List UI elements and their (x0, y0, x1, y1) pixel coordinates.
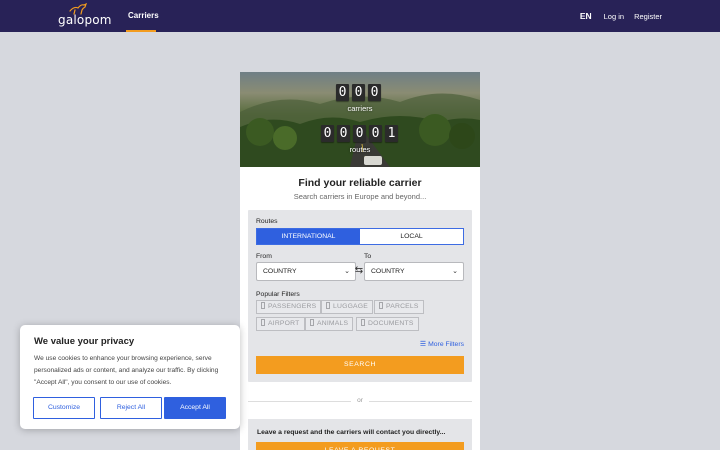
search-card: 0 0 0 carriers 0 0 0 0 1 routes Find you… (240, 72, 480, 450)
filter-documents[interactable]: DOCUMENTS (356, 317, 419, 331)
leave-request-button[interactable]: LEAVE A REQUEST (256, 442, 464, 450)
hero-image: 0 0 0 carriers 0 0 0 0 1 routes (240, 72, 480, 167)
filter-sliders-icon: ☰ (419, 341, 427, 348)
filter-airport[interactable]: AIRPORT (256, 317, 305, 331)
request-prompt: Leave a request and the carriers will co… (257, 429, 446, 436)
cookie-description: We use cookies to enhance your browsing … (34, 355, 219, 386)
chevron-down-icon: ⌄ (452, 268, 458, 275)
to-country-value: COUNTRY (371, 268, 405, 275)
galopom-logo[interactable]: galopom (58, 2, 112, 28)
counter-digit: 0 (353, 125, 366, 142)
cookie-title: We value your privacy (34, 336, 135, 347)
filter-label: LUGGAGE (333, 303, 369, 310)
reject-all-button[interactable]: Reject All (100, 397, 162, 419)
from-country-select[interactable]: COUNTRY ⌄ (256, 262, 356, 281)
from-country-value: COUNTRY (263, 268, 297, 275)
search-title: Find your reliable carrier (298, 177, 422, 189)
to-country-select[interactable]: COUNTRY ⌄ (364, 262, 464, 281)
filter-label: PARCELS (386, 303, 419, 310)
filter-passengers[interactable]: PASSENGERS (256, 300, 322, 314)
counter-digit: 0 (369, 125, 382, 142)
documents-icon (361, 319, 365, 326)
airport-icon (261, 319, 265, 326)
more-filters-link[interactable]: ☰ More Filters (420, 340, 464, 348)
filter-animals[interactable]: ANIMALS (305, 317, 354, 331)
counter-digit: 0 (368, 84, 381, 101)
or-separator: or (351, 397, 369, 404)
to-label: To (364, 253, 372, 260)
search-subtitle: Search carriers in Europe and beyond... (293, 192, 427, 201)
customize-button[interactable]: Customize (33, 397, 95, 419)
tab-local[interactable]: LOCAL (360, 229, 463, 244)
counter-digit: 0 (321, 125, 334, 142)
passengers-icon (261, 302, 265, 309)
nav-right-group: EN Log in Register (580, 0, 662, 32)
language-selector[interactable]: EN (580, 11, 592, 21)
cookie-consent-banner: We value your privacy We use cookies to … (20, 325, 240, 429)
register-link[interactable]: Register (634, 12, 662, 21)
login-link[interactable]: Log in (604, 12, 624, 21)
routes-label: routes (349, 145, 371, 154)
search-form: Routes INTERNATIONAL LOCAL From To COUNT… (248, 210, 472, 382)
animals-icon (310, 319, 314, 326)
from-label: From (256, 253, 272, 260)
counter-digit: 0 (336, 84, 349, 101)
routes-label: Routes (256, 218, 278, 225)
request-section: Leave a request and the carriers will co… (248, 419, 472, 450)
carriers-counter: 0 0 0 (336, 84, 381, 101)
routes-counter: 0 0 0 0 1 (321, 125, 398, 142)
active-nav-indicator (126, 30, 156, 32)
chevron-down-icon: ⌄ (344, 268, 350, 275)
more-filters-label: More Filters (428, 341, 464, 348)
logo-text: galopom (58, 13, 112, 27)
counter-digit: 1 (385, 125, 398, 142)
accept-all-button[interactable]: Accept All (164, 397, 226, 419)
counter-digit: 0 (352, 84, 365, 101)
filter-label: DOCUMENTS (368, 320, 414, 327)
top-navigation-bar: galopom Carriers EN Log in Register (0, 0, 720, 32)
filter-luggage[interactable]: LUGGAGE (321, 300, 374, 314)
tab-international[interactable]: INTERNATIONAL (257, 229, 360, 244)
filter-parcels[interactable]: PARCELS (374, 300, 424, 314)
luggage-icon (326, 302, 330, 309)
filter-label: ANIMALS (317, 320, 349, 327)
search-button[interactable]: SEARCH (256, 356, 464, 374)
nav-link-carriers[interactable]: Carriers (128, 0, 159, 32)
filter-label: PASSENGERS (268, 303, 317, 310)
filter-label: AIRPORT (268, 320, 300, 327)
route-type-toggle: INTERNATIONAL LOCAL (256, 228, 464, 245)
counter-digit: 0 (337, 125, 350, 142)
parcels-icon (379, 302, 383, 309)
carriers-label: carriers (347, 104, 373, 113)
popular-filters-label: Popular Filters (256, 291, 300, 298)
